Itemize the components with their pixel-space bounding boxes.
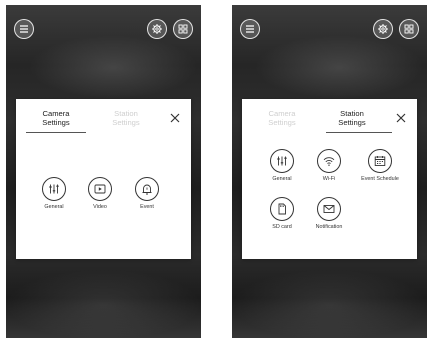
- settings-button[interactable]: [373, 19, 393, 39]
- tab-label: Camera Settings: [268, 109, 296, 127]
- wifi-option[interactable]: Wi-Fi: [301, 149, 357, 182]
- active-tab-underline: [26, 132, 86, 133]
- calendar-icon: [374, 156, 386, 166]
- event-circle: [135, 177, 159, 201]
- sd-card-circle: [270, 197, 294, 221]
- settings-dialog: Camera Settings Station Settings General…: [242, 99, 417, 259]
- menu-button[interactable]: [240, 19, 260, 39]
- notification-circle: [317, 197, 341, 221]
- event-option[interactable]: Event: [119, 177, 175, 210]
- close-icon: [170, 113, 180, 123]
- envelope-icon: [323, 205, 335, 213]
- gear-icon: [152, 24, 162, 34]
- grid-icon: [404, 24, 414, 34]
- tab-label: Camera Settings: [42, 109, 70, 127]
- settings-button[interactable]: [147, 19, 167, 39]
- active-tab-underline: [326, 132, 392, 133]
- wifi-circle: [317, 149, 341, 173]
- close-button[interactable]: [394, 111, 408, 125]
- bell-icon: [142, 184, 152, 195]
- general-circle: [42, 177, 66, 201]
- general-circle: [270, 149, 294, 173]
- notification-option[interactable]: Notification: [301, 197, 357, 230]
- event-schedule-option[interactable]: Event Schedule: [352, 149, 408, 182]
- grid-view-button[interactable]: [173, 19, 193, 39]
- grid-icon: [178, 24, 188, 34]
- option-label: Event Schedule: [361, 176, 399, 182]
- close-button[interactable]: [168, 111, 182, 125]
- hamburger-icon: [246, 25, 254, 33]
- option-label: Event: [140, 204, 154, 210]
- play-icon: [94, 184, 106, 194]
- tab-camera-settings[interactable]: Camera Settings: [248, 109, 316, 127]
- wifi-icon: [323, 157, 335, 166]
- close-icon: [396, 113, 406, 123]
- video-circle: [88, 177, 112, 201]
- tab-label: Station Settings: [338, 109, 366, 127]
- sd-card-icon: [278, 203, 286, 215]
- camera-settings-screen: Camera Settings Station Settings General…: [6, 5, 201, 338]
- option-label: Wi-Fi: [322, 176, 336, 182]
- event-schedule-circle: [368, 149, 392, 173]
- hamburger-icon: [20, 25, 28, 33]
- grid-view-button[interactable]: [399, 19, 419, 39]
- tab-station-settings[interactable]: Station Settings: [92, 109, 160, 127]
- option-label: Notification: [315, 224, 343, 230]
- gear-icon: [378, 24, 388, 34]
- sliders-icon: [277, 156, 287, 166]
- station-settings-screen: Camera Settings Station Settings General…: [232, 5, 427, 338]
- tab-label: Station Settings: [112, 109, 140, 127]
- sliders-icon: [49, 184, 59, 194]
- menu-button[interactable]: [14, 19, 34, 39]
- settings-dialog: Camera Settings Station Settings General…: [16, 99, 191, 259]
- tab-station-settings[interactable]: Station Settings: [318, 109, 386, 127]
- tab-camera-settings[interactable]: Camera Settings: [22, 109, 90, 127]
